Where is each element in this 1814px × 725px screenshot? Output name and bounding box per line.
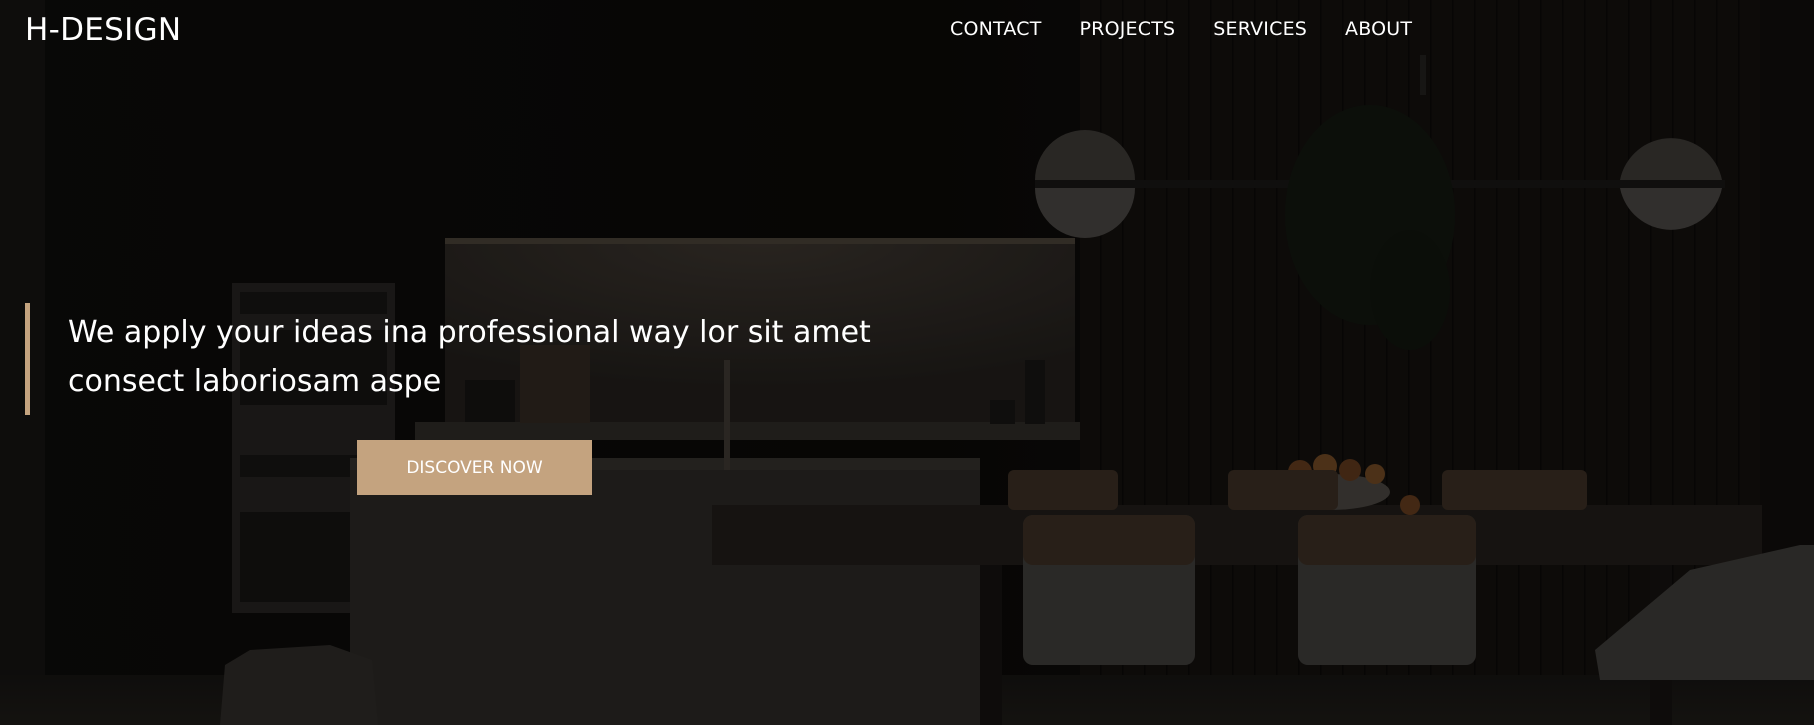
headline-accent-bar: [25, 303, 30, 415]
nav-link-services[interactable]: SERVICES: [1213, 18, 1307, 40]
site-logo[interactable]: H-DESIGN: [25, 12, 181, 48]
hero-headline: We apply your ideas ina professional way…: [68, 315, 871, 399]
discover-now-button[interactable]: DISCOVER NOW: [357, 440, 592, 495]
nav-link-contact[interactable]: CONTACT: [950, 18, 1042, 40]
nav-link-about[interactable]: ABOUT: [1345, 18, 1412, 40]
main-nav: CONTACT PROJECTS SERVICES ABOUT: [950, 18, 1450, 40]
nav-link-projects[interactable]: PROJECTS: [1080, 18, 1176, 40]
